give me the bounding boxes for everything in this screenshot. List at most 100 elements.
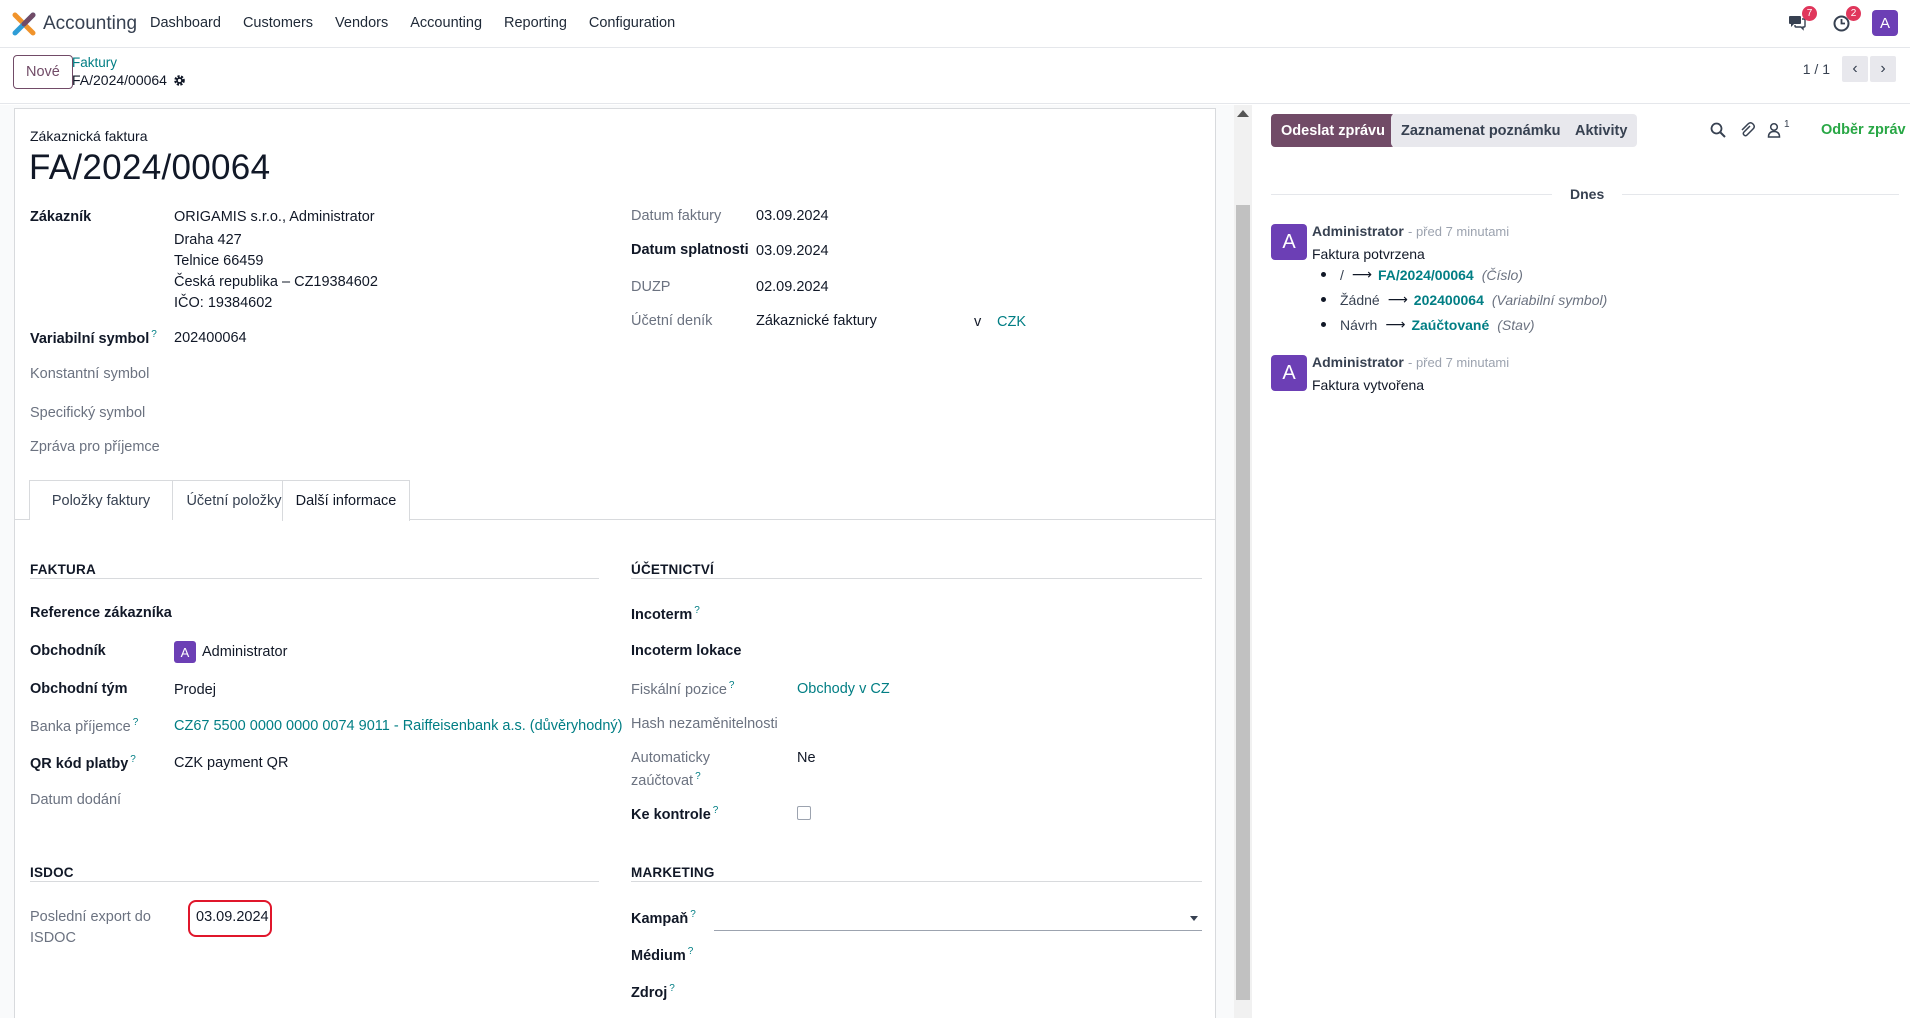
- customer-street: Draha 427: [174, 232, 242, 248]
- help-icon[interactable]: ?: [694, 605, 700, 616]
- salesperson-label: Obchodník: [30, 643, 106, 659]
- sales-team-field[interactable]: Prodej: [174, 682, 216, 698]
- auto-post-label-line2: zaúčtovat?: [631, 771, 701, 789]
- follow-button[interactable]: Odběr zpráv: [1821, 122, 1906, 138]
- scrollbar-thumb[interactable]: [1236, 205, 1250, 1000]
- customer-label: Zákazník: [30, 209, 92, 225]
- paperclip-icon[interactable]: [1738, 121, 1756, 139]
- menu-accounting[interactable]: Accounting: [410, 15, 482, 31]
- send-message-button[interactable]: Odeslat zprávu: [1271, 114, 1395, 147]
- variable-symbol-label: Variabilní symbol?: [30, 329, 157, 347]
- message-for-recipient-label: Zpráva pro příjemce: [30, 439, 160, 455]
- menu-customers[interactable]: Customers: [243, 15, 313, 31]
- menu-reporting[interactable]: Reporting: [504, 15, 567, 31]
- tracking-field-name: (Číslo): [1481, 266, 1523, 283]
- auto-post-label: Automaticky: [631, 750, 710, 766]
- help-icon[interactable]: ?: [133, 717, 139, 728]
- app-name[interactable]: Accounting: [43, 13, 137, 35]
- notebook-tabs: Položky faktury Účetní položky Další inf…: [14, 480, 1216, 521]
- arrow-right-icon: ⟶: [1351, 266, 1372, 282]
- pager-value[interactable]: 1 / 1: [1803, 61, 1830, 77]
- currency-field[interactable]: CZK: [997, 314, 1026, 330]
- variable-symbol-field[interactable]: 202400064: [174, 330, 247, 346]
- form-scrollbar[interactable]: [1234, 105, 1252, 1018]
- help-icon[interactable]: ?: [729, 680, 735, 691]
- pager: 1 / 1 ‹ ›: [1803, 56, 1896, 82]
- message-author[interactable]: Administrator: [1312, 354, 1404, 370]
- search-icon[interactable]: [1709, 121, 1727, 139]
- log-note-button[interactable]: Zaznamenat poznámku: [1391, 114, 1571, 147]
- section-divider: [30, 881, 599, 882]
- tab-other-info[interactable]: Další informace: [282, 480, 410, 521]
- section-title-marketing: MARKETING: [631, 865, 715, 880]
- fiscal-position-field[interactable]: Obchody v CZ: [797, 681, 890, 697]
- gear-icon[interactable]: [173, 74, 186, 87]
- message-time: - před 7 minutami: [1408, 224, 1510, 239]
- salesperson-field[interactable]: Administrator: [202, 644, 287, 660]
- duzp-field[interactable]: 02.09.2024: [756, 279, 829, 295]
- to-check-checkbox[interactable]: [797, 806, 811, 820]
- messages-badge: 7: [1802, 6, 1817, 21]
- tracking-value-item: Žádné ⟶ 202400064 (Variabilní symbol): [1321, 291, 1607, 308]
- pager-next-button[interactable]: ›: [1870, 56, 1896, 82]
- tracking-value-item: / ⟶ FA/2024/00064 (Číslo): [1321, 266, 1523, 283]
- customer-city: Telnice 66459: [174, 253, 264, 269]
- source-label: Zdroj?: [631, 983, 675, 1001]
- help-icon[interactable]: ?: [695, 771, 701, 782]
- customer-name[interactable]: ORIGAMIS s.r.o., Administrator: [174, 209, 375, 225]
- messages-button[interactable]: 7: [1784, 6, 1817, 36]
- scroll-up-arrow-icon[interactable]: [1237, 110, 1249, 117]
- invoice-date-field[interactable]: 03.09.2024: [756, 208, 829, 224]
- due-date-label: Datum splatnosti: [631, 242, 749, 258]
- help-icon[interactable]: ?: [669, 983, 675, 994]
- tracking-value-item: Návrh ⟶ Zaúčtované (Stav): [1321, 316, 1535, 333]
- menu-dashboard[interactable]: Dashboard: [150, 15, 221, 31]
- activities-button[interactable]: Aktivity: [1565, 114, 1638, 147]
- help-icon[interactable]: ?: [690, 909, 696, 920]
- followers-icon[interactable]: [1765, 121, 1783, 139]
- constant-symbol-label: Konstantní symbol: [30, 366, 150, 382]
- section-title-accounting: ÚČETNICTVÍ: [631, 562, 714, 577]
- journal-label: Účetní deník: [631, 313, 713, 329]
- last-export-field[interactable]: 03.09.2024: [196, 909, 269, 925]
- recipient-bank-field[interactable]: CZ67 5500 0000 0000 0074 9011 - Raiffeis…: [174, 718, 622, 734]
- message-body: Faktura vytvořena: [1312, 377, 1425, 393]
- breadcrumb-parent[interactable]: Faktury: [72, 55, 117, 70]
- auto-post-field[interactable]: Ne: [797, 750, 816, 766]
- invoice-number-title: FA/2024/00064: [29, 148, 271, 187]
- menu-vendors[interactable]: Vendors: [335, 15, 388, 31]
- tracking-old-value: Žádné: [1340, 291, 1380, 308]
- journal-field[interactable]: Zákaznické faktury: [756, 313, 877, 329]
- qr-code-field[interactable]: CZK payment QR: [174, 755, 288, 771]
- help-icon[interactable]: ?: [130, 754, 136, 765]
- caret-down-icon[interactable]: [1190, 916, 1198, 921]
- systray: 7 2 A: [1766, 6, 1898, 36]
- section-title-faktura: FAKTURA: [30, 562, 96, 577]
- menu-configuration[interactable]: Configuration: [589, 15, 675, 31]
- help-icon[interactable]: ?: [688, 946, 694, 957]
- message-author[interactable]: Administrator: [1312, 223, 1404, 239]
- tracking-new-value: Zaúčtované: [1411, 316, 1490, 333]
- user-menu[interactable]: A: [1872, 10, 1898, 36]
- qr-code-label: QR kód platby?: [30, 754, 136, 772]
- campaign-select[interactable]: [714, 930, 1202, 931]
- help-icon[interactable]: ?: [151, 329, 157, 340]
- help-icon[interactable]: ?: [713, 805, 719, 816]
- due-date-field[interactable]: 03.09.2024: [756, 243, 829, 259]
- recipient-bank-label: Banka příjemce?: [30, 717, 139, 735]
- tab-journal-items[interactable]: Účetní položky: [172, 480, 296, 520]
- pager-previous-button[interactable]: ‹: [1842, 56, 1868, 82]
- tracking-old-value: Návrh: [1340, 316, 1378, 333]
- accounting-app-icon[interactable]: [12, 12, 36, 36]
- message-author-avatar[interactable]: A: [1271, 224, 1307, 260]
- campaign-label: Kampaň?: [631, 909, 696, 927]
- tab-invoice-lines[interactable]: Položky faktury: [29, 480, 173, 520]
- incoterm-location-label: Incoterm lokace: [631, 643, 742, 659]
- activities-button[interactable]: 2: [1828, 6, 1861, 36]
- bullet-icon: [1321, 297, 1326, 302]
- bullet-icon: [1321, 322, 1326, 327]
- new-button[interactable]: Nové: [13, 55, 73, 89]
- customer-reference-label: Reference zákazníka: [30, 605, 172, 621]
- message-author-avatar[interactable]: A: [1271, 355, 1307, 391]
- section-title-isdoc: ISDOC: [30, 865, 74, 880]
